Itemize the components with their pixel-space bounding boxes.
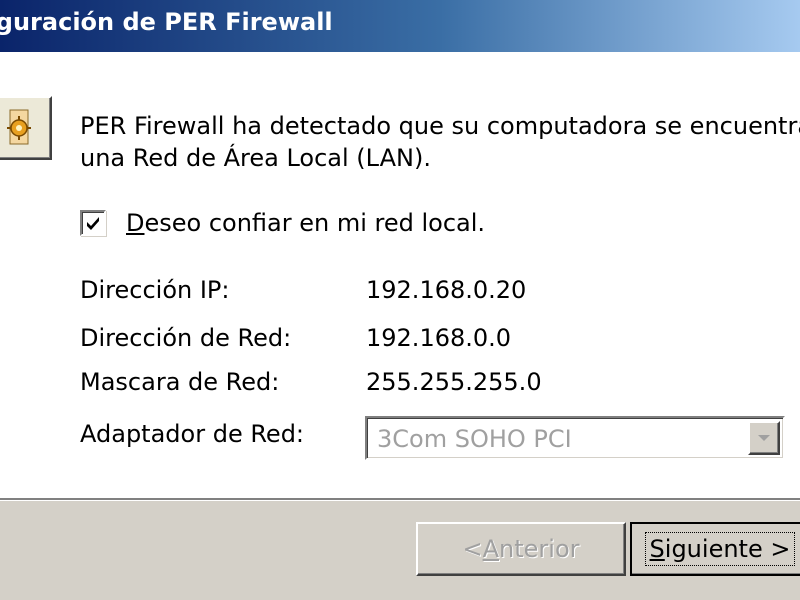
title-bar[interactable]: figuración de PER Firewall bbox=[0, 0, 800, 54]
message-line-1: PER Firewall ha detectado que su computa… bbox=[80, 112, 800, 140]
next-button-label: Siguiente > bbox=[644, 532, 796, 566]
network-adapter-value: 3Com SOHO PCI bbox=[377, 425, 572, 453]
subnet-mask-value: 255.255.255.0 bbox=[366, 368, 542, 396]
next-button[interactable]: Siguiente > bbox=[630, 522, 800, 576]
firewall-wizard-icon bbox=[0, 96, 52, 160]
window-title: figuración de PER Firewall bbox=[0, 8, 333, 36]
network-adapter-select[interactable]: 3Com SOHO PCI bbox=[365, 416, 785, 460]
subnet-mask-label: Mascara de Red: bbox=[80, 368, 280, 396]
chevron-down-icon bbox=[758, 435, 770, 441]
detection-message: PER Firewall ha detectado que su computa… bbox=[80, 110, 800, 174]
trust-local-network-option[interactable]: Deseo confiar en mi red local. bbox=[80, 206, 485, 240]
ip-address-label: Dirección IP: bbox=[80, 276, 230, 304]
trust-local-network-label[interactable]: Deseo confiar en mi red local. bbox=[126, 209, 485, 237]
network-adapter-label: Adaptador de Red: bbox=[80, 420, 305, 448]
dropdown-button[interactable] bbox=[748, 421, 780, 455]
wizard-window: figuración de PER Firewall PER Firewall … bbox=[0, 0, 800, 600]
network-address-value: 192.168.0.0 bbox=[366, 324, 512, 352]
wizard-content: PER Firewall ha detectado que su computa… bbox=[0, 54, 800, 498]
check-icon bbox=[87, 217, 99, 230]
trust-local-network-checkbox[interactable] bbox=[80, 210, 106, 236]
back-button[interactable]: < Anterior bbox=[416, 522, 626, 576]
ip-address-value: 192.168.0.20 bbox=[366, 276, 527, 304]
button-bar: < Anterior Siguiente > bbox=[0, 498, 800, 600]
network-address-label: Dirección de Red: bbox=[80, 324, 292, 352]
message-line-2: una Red de Área Local (LAN). bbox=[80, 144, 431, 172]
